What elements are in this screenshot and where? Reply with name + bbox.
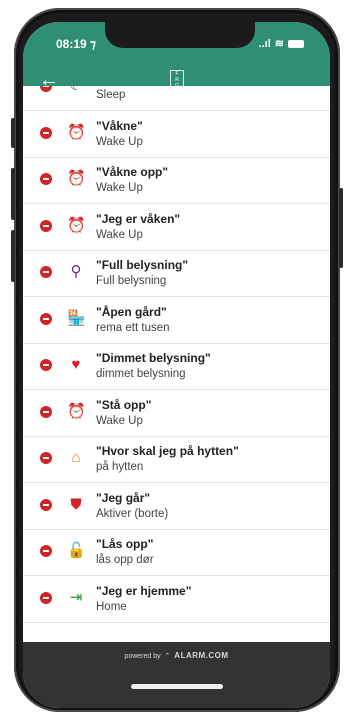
delete-icon[interactable] (40, 219, 52, 232)
app-footer: powered by ⌃ ALARM.COM (23, 642, 330, 708)
delete-icon[interactable] (40, 405, 52, 418)
list-item[interactable]: ⛊ "Jeg går" Aktiver (borte) (23, 483, 330, 530)
delete-icon[interactable] (40, 312, 52, 325)
storefront-icon: 🏪 (67, 309, 86, 327)
item-subtitle: Wake Up (96, 228, 143, 241)
status-time: 08:19 ⁊ (56, 37, 96, 51)
light-bulbs-icon: ⚲ (70, 263, 82, 280)
delete-icon[interactable] (40, 359, 52, 371)
notch (105, 22, 255, 48)
delete-icon[interactable] (40, 591, 52, 604)
alarm-clock-icon: ⏰ (67, 216, 86, 234)
item-subtitle: lås opp dør (96, 554, 154, 566)
alarm-clock-icon: ⏰ (67, 170, 86, 187)
alarm-clock-icon: ⏰ (67, 123, 86, 141)
item-title: "Våkne opp" (96, 165, 169, 179)
item-title: "Stå opp" (96, 397, 152, 412)
item-title: "Jeg er hjemme" (96, 583, 192, 598)
delete-icon[interactable] (40, 86, 52, 92)
list-item[interactable]: 🔓 "Lås opp" lås opp dør (23, 529, 330, 576)
list-item[interactable]: ☾ Sleep (23, 86, 330, 111)
delete-icon[interactable] (40, 173, 52, 185)
scene-list[interactable]: ☾ Sleep ⏰ "Våkne" Wake Up ⏰ "Våkne opp" Wake Up… (23, 86, 330, 642)
delete-icon[interactable] (40, 126, 52, 139)
phone-screen: 08:19 ⁊ ..ıl ≋ ← FRG ☾Sleep⏰"Våkne"Wake … (23, 22, 330, 708)
delete-icon[interactable] (40, 498, 52, 511)
wifi-icon: ≋ (274, 38, 284, 50)
item-subtitle: Aktiver (borte) (96, 507, 169, 520)
volume-down-button (11, 230, 15, 282)
item-subtitle: Wake Up (96, 182, 143, 194)
item-subtitle: på hytten (96, 461, 144, 473)
powered-by-label: powered by (124, 653, 161, 660)
list-item[interactable]: ♥ "Dimmet belysning" dimmet belysning (23, 343, 330, 390)
item-title: "Dimmet belysning" (96, 351, 211, 365)
unlock-icon: 🔓 (67, 542, 86, 559)
item-title: "Åpen gård" (96, 304, 167, 319)
delete-icon[interactable] (40, 452, 52, 464)
alarm-clock-icon: ⏰ (67, 402, 86, 420)
item-title: "Jeg er våken" (96, 211, 181, 226)
item-subtitle: rema ett tusen (96, 321, 170, 334)
list-item[interactable]: ⏰ "Stå opp" Wake Up (23, 390, 330, 437)
alarm-logo-icon: ⌃ (162, 653, 173, 660)
moon-icon: ☾ (67, 86, 85, 96)
list-item[interactable]: ⌂ "Hvor skal jeg på hytten" på hytten (23, 436, 330, 483)
item-subtitle: dimmet belysning (96, 368, 186, 380)
item-title: "Full belysning" (96, 258, 189, 272)
list-item[interactable]: 🏪 "Åpen gård" rema ett tusen (23, 297, 330, 344)
item-title: "Jeg går" (96, 490, 151, 505)
power-button (339, 188, 343, 268)
powered-by-text: powered by ⌃ ALARM.COM (23, 651, 330, 660)
mute-switch (11, 118, 15, 148)
item-title: "Hvor skal jeg på hytten" (96, 444, 239, 458)
enter-home-icon: ⇥ (69, 588, 83, 606)
list-item[interactable]: ⏰ "Våkne opp" Wake Up (23, 157, 330, 204)
shield-icon: ⛊ (70, 495, 82, 513)
heart-icon: ♥ (71, 356, 81, 373)
delete-icon[interactable] (40, 266, 52, 278)
list-item[interactable]: ⏰ "Våkne" Wake Up (23, 111, 330, 158)
item-subtitle: Sleep (96, 89, 126, 101)
home-indicator[interactable] (131, 684, 223, 689)
status-icons: ..ıl ≋ (259, 37, 304, 50)
item-subtitle: Wake Up (96, 414, 143, 427)
delete-icon[interactable] (40, 545, 52, 557)
item-title: "Våkne" (96, 118, 143, 133)
item-subtitle: Home (96, 600, 127, 613)
item-title: "Lås opp" (96, 537, 154, 551)
item-subtitle: Full belysning (96, 275, 167, 287)
brand-label: ALARM.COM (174, 651, 229, 660)
list-item[interactable]: ⏰ "Jeg er våken" Wake Up (23, 204, 330, 251)
list-item[interactable]: ⚲ "Full belysning" Full belysning (23, 250, 330, 297)
list-item[interactable]: ⇥ "Jeg er hjemme" Home (23, 576, 330, 623)
cabin-icon: ⌂ (71, 449, 81, 466)
signal-icon: ..ıl (258, 37, 271, 50)
item-subtitle: Wake Up (96, 135, 143, 148)
volume-up-button (11, 168, 15, 220)
battery-icon (288, 39, 304, 48)
